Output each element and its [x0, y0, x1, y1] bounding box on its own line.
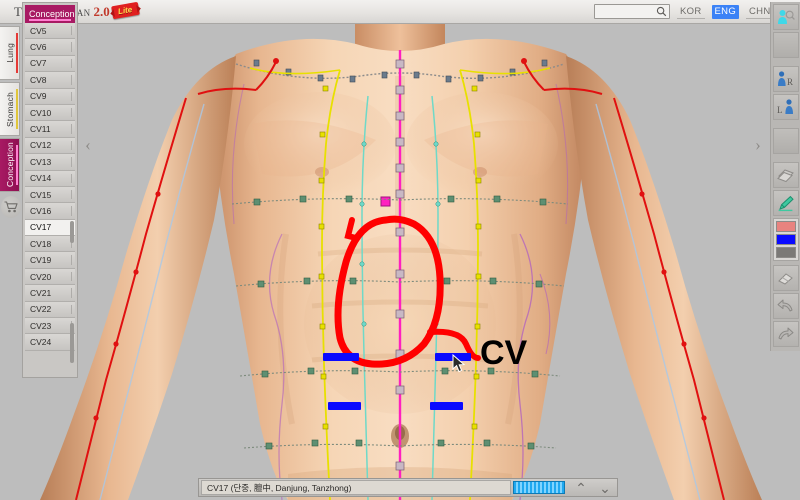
- list-scrollbar[interactable]: [70, 23, 74, 375]
- list-item[interactable]: CV22: [25, 301, 75, 319]
- toolbar-spacer-top: [772, 32, 799, 58]
- list-item[interactable]: CV16: [25, 203, 75, 220]
- cart-button[interactable]: [1, 196, 21, 218]
- swatch-salmon[interactable]: [775, 221, 796, 232]
- collapse-right-panel-button[interactable]: ›: [750, 130, 766, 160]
- search-input[interactable]: [595, 5, 654, 18]
- eraser-icon-button[interactable]: [772, 265, 799, 291]
- app-header: The Meridian 2.0 Lite KOR ENG CHN ?: [0, 0, 800, 24]
- meridian-tab-stomach-label: Stomach: [4, 91, 15, 127]
- list-item-selected[interactable]: CV17: [25, 219, 75, 237]
- list-item[interactable]: CV24: [25, 334, 75, 351]
- list-item[interactable]: CV8: [25, 72, 75, 89]
- list-item[interactable]: CV5: [25, 23, 75, 40]
- pencil-icon-button[interactable]: [772, 190, 799, 216]
- list-item[interactable]: CV19: [25, 252, 75, 269]
- svg-text:R: R: [787, 77, 793, 87]
- scrollbar-thumb-lower[interactable]: [70, 323, 74, 363]
- list-item[interactable]: CV7: [25, 55, 75, 73]
- swatch-gray[interactable]: [775, 247, 796, 258]
- app-window: The Meridian 2.0 Lite KOR ENG CHN ?: [0, 0, 800, 500]
- list-item[interactable]: CV21: [25, 285, 75, 302]
- list-item[interactable]: CV15: [25, 186, 75, 204]
- pencil-icon: [778, 195, 794, 211]
- list-item[interactable]: CV12: [25, 137, 75, 155]
- meridian-tab-conception-label: Conception: [4, 142, 15, 188]
- svg-text:L: L: [777, 105, 783, 115]
- point-list[interactable]: CV5 CV6 CV7 CV8 CV9 CV10 CV11 CV12 CV13 …: [25, 23, 75, 375]
- view-right-icon-button[interactable]: R: [772, 66, 799, 92]
- undo-icon-button[interactable]: [772, 293, 799, 319]
- list-item[interactable]: CV13: [25, 154, 75, 171]
- meridian-tab-stomach[interactable]: Stomach: [0, 82, 20, 136]
- lang-kor[interactable]: KOR: [677, 5, 705, 19]
- meridian-tab-strip: Lung Stomach Conception: [0, 26, 21, 218]
- next-point-button[interactable]: ⌄: [593, 481, 617, 495]
- toolbar-spacer-mid: [772, 128, 799, 154]
- annotation-text: CV: [480, 334, 528, 372]
- swatch-blue[interactable]: [775, 234, 796, 245]
- status-bar: CV17 (단중, 膻中, Danjung, Tanzhong) ⌃ ⌄: [198, 478, 618, 497]
- anatomy-model[interactable]: CV: [0, 24, 800, 500]
- search-box[interactable]: [594, 4, 671, 19]
- anatomy-viewport[interactable]: CV: [0, 24, 800, 500]
- list-item[interactable]: CV9: [25, 88, 75, 105]
- eraser-icon: [778, 273, 793, 285]
- cart-icon: [4, 201, 18, 213]
- list-item[interactable]: CV23: [25, 318, 75, 335]
- point-list-panel: Conception CV5 CV6 CV7 CV8 CV9 CV10 CV11…: [22, 2, 78, 378]
- view-left-icon: L: [777, 99, 793, 115]
- list-item[interactable]: CV18: [25, 236, 75, 253]
- point-panel-title[interactable]: Conception: [25, 5, 75, 23]
- collapse-left-panel-button[interactable]: ‹: [80, 130, 96, 160]
- search-icon[interactable]: [653, 6, 669, 17]
- list-item[interactable]: CV10: [25, 104, 75, 122]
- redo-icon-button[interactable]: [772, 321, 799, 347]
- meridian-tab-conception[interactable]: Conception: [0, 138, 20, 192]
- person-zoom-icon-button[interactable]: [772, 4, 799, 30]
- list-item[interactable]: CV20: [25, 268, 75, 286]
- prev-point-button[interactable]: ⌃: [569, 481, 593, 495]
- view-left-icon-button[interactable]: L: [772, 94, 799, 120]
- lang-eng[interactable]: ENG: [711, 4, 740, 19]
- redo-icon: [778, 327, 794, 340]
- person-zoom-icon: [778, 9, 795, 24]
- view-right-icon: R: [777, 71, 793, 87]
- list-item[interactable]: CV6: [25, 39, 75, 56]
- scrollbar-thumb-upper[interactable]: [70, 221, 74, 243]
- list-item[interactable]: CV11: [25, 121, 75, 138]
- color-swatch-group: [772, 218, 799, 261]
- meridian-tab-lung-label: Lung: [4, 43, 15, 63]
- lite-badge: Lite: [110, 1, 140, 20]
- list-item[interactable]: CV14: [25, 170, 75, 187]
- status-point-info: CV17 (단중, 膻中, Danjung, Tanzhong): [201, 480, 511, 495]
- status-gauge[interactable]: [513, 481, 565, 494]
- meridian-tab-lung[interactable]: Lung: [0, 26, 20, 80]
- layers-icon: [777, 169, 794, 183]
- layers-icon-button[interactable]: [772, 162, 799, 188]
- tool-panel: R L: [770, 2, 800, 351]
- undo-icon: [777, 299, 793, 312]
- active-point-cv17: [380, 196, 391, 207]
